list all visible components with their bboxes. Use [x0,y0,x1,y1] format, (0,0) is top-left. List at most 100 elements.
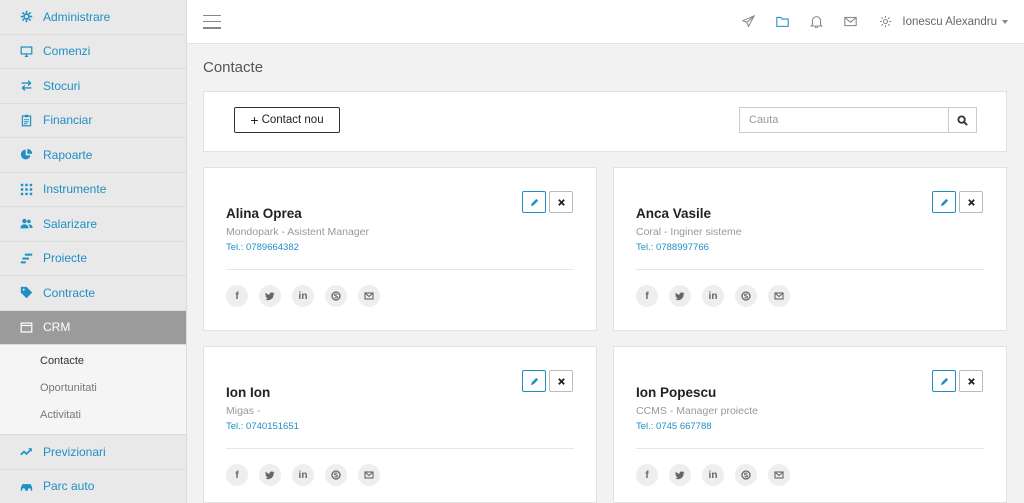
email-icon[interactable] [358,285,380,307]
submenu-item-oportunitati[interactable]: Oportunitati [0,374,186,401]
skype-icon[interactable] [735,464,757,486]
hamburger-menu-icon[interactable] [203,14,221,29]
skype-icon[interactable] [325,464,347,486]
contact-company: Mondopark - Asistent Manager [226,226,369,238]
email-icon[interactable] [768,285,790,307]
sidebar-item-parc-auto[interactable]: Parc auto [0,470,186,503]
sidebar-item-label: Parc auto [43,479,95,494]
close-icon [967,198,975,206]
contact-phone[interactable]: Tel.: 0745 667788 [636,421,712,432]
contact-company: Coral - Inginer sisteme [636,226,742,238]
contact-phone[interactable]: Tel.: 0788997766 [636,242,709,253]
sidebar-item-financiar[interactable]: Financiar [0,104,186,138]
users-icon [18,216,34,232]
facebook-icon[interactable]: f [226,464,248,486]
mail-icon[interactable] [833,0,867,44]
pencil-icon [530,377,538,385]
edit-button[interactable] [522,370,546,392]
divider [226,269,574,270]
sidebar-item-stocuri[interactable]: Stocuri [0,69,186,104]
submenu-item-activitati[interactable]: Activitati [0,401,186,428]
linkedin-icon[interactable]: in [702,464,724,486]
sidebar-item-instrumente[interactable]: Instrumente [0,173,186,207]
twitter-icon[interactable] [669,464,691,486]
sidebar-item-label: Contracte [43,285,96,300]
sidebar-item-rapoarte[interactable]: Rapoarte [0,138,186,173]
contact-card: Ion Popescu CCMS - Manager proiecte Tel.… [613,346,1007,503]
user-menu[interactable]: Ionescu Alexandru [879,15,1008,28]
contact-card: Alina Oprea Mondopark - Asistent Manager… [203,167,597,331]
delete-button[interactable] [959,191,983,213]
twitter-icon[interactable] [259,464,281,486]
add-contact-label: Contact nou [261,114,324,126]
delete-button[interactable] [549,191,573,213]
tag-icon [18,285,34,301]
card-actions [522,191,573,213]
sidebar-item-contracte[interactable]: Contracte [0,276,186,311]
search-icon [957,114,968,126]
pencil-icon [530,198,538,206]
facebook-icon[interactable]: f [636,285,658,307]
bell-icon[interactable] [799,0,833,44]
send-icon[interactable] [731,0,765,44]
contact-phone[interactable]: Tel.: 0789664382 [226,242,299,253]
add-contact-button[interactable]: + Contact nou [234,107,340,133]
facebook-icon[interactable]: f [636,464,658,486]
exchange-icon [18,78,34,94]
top-icons [731,0,867,44]
divider [636,269,984,270]
sidebar-item-salarizare[interactable]: Salarizare [0,207,186,242]
sidebar-item-label: Rapoarte [43,147,93,162]
twitter-icon[interactable] [259,285,281,307]
sidebar: Administrare Comenzi Stocuri Financiar R… [0,0,187,503]
sidebar-item-label: Previzionari [43,444,106,459]
folder-icon[interactable] [765,0,799,44]
grid-icon [18,181,34,197]
edit-button[interactable] [522,191,546,213]
edit-button[interactable] [932,370,956,392]
close-icon [557,377,565,385]
monitor-icon [18,43,34,59]
sidebar-item-proiecte[interactable]: Proiecte [0,242,186,276]
skype-icon[interactable] [325,285,347,307]
caret-down-icon [1002,19,1008,24]
user-name: Ionescu Alexandru [902,15,997,28]
twitter-icon[interactable] [669,285,691,307]
sidebar-item-label: Comenzi [43,44,91,59]
close-icon [557,198,565,206]
sidebar-item-label: Instrumente [43,182,107,197]
delete-button[interactable] [549,370,573,392]
settings-gear-icon [880,15,892,28]
sidebar-item-crm[interactable]: CRM [0,310,186,345]
linkedin-icon[interactable]: in [292,464,314,486]
divider [226,448,574,449]
sidebar-item-comenzi[interactable]: Comenzi [0,35,186,69]
submenu-item-contacte[interactable]: Contacte [0,347,186,374]
window-icon [18,319,34,335]
contacts-toolbar: + Contact nou [203,91,1007,152]
sidebar-item-previzionari[interactable]: Previzionari [0,435,186,470]
clipboard-icon [18,112,34,128]
search-input[interactable] [739,107,948,133]
edit-button[interactable] [932,191,956,213]
linkedin-icon[interactable]: in [292,285,314,307]
delete-button[interactable] [959,370,983,392]
sidebar-item-label: Proiecte [43,251,88,266]
email-icon[interactable] [358,464,380,486]
contact-card: Ion Ion Migas - Tel.: 0740151651 f in [203,346,597,503]
contact-name: Alina Oprea [226,206,302,221]
sidebar-item-administrare[interactable]: Administrare [0,0,186,35]
card-actions [932,370,983,392]
divider [636,448,984,449]
social-links: f in [636,464,790,486]
pencil-icon [940,377,948,385]
skype-icon[interactable] [735,285,757,307]
linkedin-icon[interactable]: in [702,285,724,307]
close-icon [967,377,975,385]
contact-phone[interactable]: Tel.: 0740151651 [226,421,299,432]
email-icon[interactable] [768,464,790,486]
facebook-icon[interactable]: f [226,285,248,307]
sidebar-item-label: Stocuri [43,78,81,93]
search-button[interactable] [948,107,977,133]
trend-icon [18,444,34,460]
